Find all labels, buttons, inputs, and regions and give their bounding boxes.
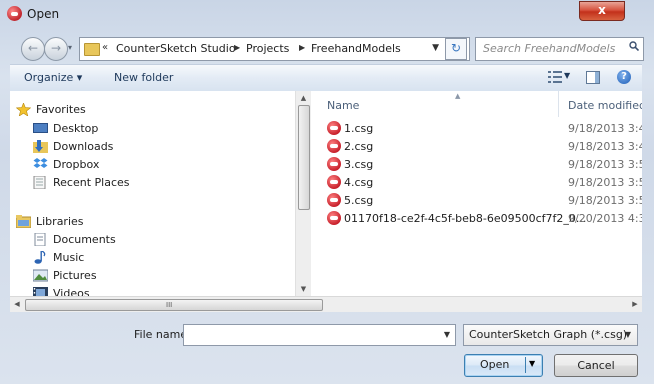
breadcrumb-separator-icon[interactable]: ▶ [234, 43, 240, 52]
overflow-chevron[interactable]: « [102, 42, 108, 53]
file-row[interactable]: 4.csg 9/18/2013 3:57 PM [311, 174, 642, 191]
breadcrumb-freehandmodels[interactable]: FreehandModels [311, 42, 401, 55]
sidebar-item-label: Pictures [53, 269, 97, 282]
libraries-icon [16, 215, 31, 228]
file-name-input[interactable]: ▼ [183, 324, 456, 346]
csg-file-icon [327, 211, 341, 225]
sidebar-item-label: Desktop [53, 122, 99, 135]
file-name-dropdown-icon[interactable]: ▼ [444, 330, 450, 339]
csg-file-icon [327, 193, 341, 207]
open-button-label: Open [480, 358, 510, 371]
file-date: 9/18/2013 3:58 PM [568, 194, 642, 207]
file-name: 2.csg [344, 140, 374, 153]
dropbox-icon [33, 158, 48, 168]
file-list-horizontal-scrollbar[interactable]: ◀ III ▶ [10, 296, 642, 312]
file-date: 9/18/2013 3:57 PM [568, 176, 642, 189]
file-row[interactable]: 2.csg 9/18/2013 3:49 PM [311, 138, 642, 155]
file-type-select[interactable]: CounterSketch Graph (*.csg) ▼ [463, 324, 638, 346]
open-button[interactable]: Open ▼ [464, 354, 543, 377]
search-box[interactable]: Search FreehandModels [475, 37, 644, 61]
star-icon [16, 103, 31, 116]
file-type-value: CounterSketch Graph (*.csg) [469, 328, 628, 341]
csg-file-icon [327, 157, 341, 171]
scrollbar-grip: III [166, 301, 173, 309]
file-name: 5.csg [344, 194, 374, 207]
search-placeholder: Search FreehandModels [483, 42, 616, 55]
cancel-button[interactable]: Cancel [554, 354, 638, 377]
search-icon[interactable] [629, 41, 639, 51]
breadcrumb-projects[interactable]: Projects [246, 42, 289, 55]
column-header-name[interactable]: Name [327, 99, 359, 112]
address-dropdown-icon[interactable]: ▼ [432, 43, 439, 53]
file-type-dropdown-icon[interactable]: ▼ [625, 330, 631, 339]
sidebar-libraries-label: Libraries [36, 215, 84, 228]
file-date: 9/18/2013 3:56 PM [568, 158, 642, 171]
back-button[interactable]: ← [21, 37, 45, 61]
recent-locations-dropdown-icon[interactable]: ▾ [68, 43, 72, 52]
refresh-icon[interactable]: ↻ [445, 38, 467, 60]
csg-file-icon [327, 139, 341, 153]
csg-file-icon [327, 175, 341, 189]
file-name: 4.csg [344, 176, 374, 189]
file-list[interactable]: Name ▲ Date modified 1.csg 9/18/2013 3:4… [311, 91, 642, 296]
open-options-dropdown-icon[interactable]: ▼ [529, 359, 535, 368]
scrollbar-thumb[interactable] [298, 105, 310, 210]
column-divider[interactable] [558, 91, 559, 117]
videos-icon [33, 287, 48, 296]
window-title: Open [27, 7, 60, 21]
file-row[interactable]: 5.csg 9/18/2013 3:58 PM [311, 192, 642, 209]
close-button[interactable]: x [579, 1, 625, 21]
sidebar-item-label: Music [53, 251, 85, 264]
scrollbar-thumb[interactable]: III [25, 299, 323, 311]
scroll-up-arrow-icon[interactable]: ▲ [296, 91, 311, 105]
file-row[interactable]: 3.csg 9/18/2013 3:56 PM [311, 156, 642, 173]
sidebar-item-label: Dropbox [53, 158, 100, 171]
command-toolbar: Organize ▾ New folder ▼ ? [10, 64, 642, 92]
organize-button[interactable]: Organize ▾ [24, 71, 82, 84]
file-name: 01170f18-ce2f-4c5f-beb8-6e09500cf7f2_0..… [344, 212, 587, 225]
scroll-left-arrow-icon[interactable]: ◀ [10, 298, 24, 311]
recent-places-icon [33, 176, 46, 189]
new-folder-button[interactable]: New folder [114, 71, 173, 84]
view-options-dropdown-icon[interactable]: ▼ [564, 71, 570, 80]
downloads-icon [33, 140, 48, 153]
csg-file-icon [327, 121, 341, 135]
navigation-bar: ← → ▾ « CounterSketch Studio ▶ Projects … [0, 36, 654, 62]
folder-icon [84, 43, 100, 56]
file-date: 9/20/2013 4:31 PM [568, 212, 642, 225]
documents-icon [34, 233, 46, 246]
countersketch-app-icon [7, 6, 22, 21]
breadcrumb-separator-icon[interactable]: ▶ [299, 43, 305, 52]
address-bar[interactable]: « CounterSketch Studio ▶ Projects ▶ Free… [79, 37, 470, 61]
music-icon [34, 251, 46, 264]
title-bar[interactable]: Open x [0, 0, 654, 28]
navigation-pane-scrollbar[interactable]: ▲ ▼ [295, 91, 311, 296]
forward-button[interactable]: → [44, 37, 68, 61]
sidebar-item-label: Videos [53, 287, 90, 296]
pictures-icon [33, 269, 48, 282]
file-name: 3.csg [344, 158, 374, 171]
sidebar-favorites-label: Favorites [36, 103, 86, 116]
breadcrumb-countersketch-studio[interactable]: CounterSketch Studio [116, 42, 236, 55]
sidebar-item-label: Recent Places [53, 176, 130, 189]
sidebar-item-label: Downloads [53, 140, 114, 153]
help-icon[interactable]: ? [617, 70, 631, 84]
scroll-right-arrow-icon[interactable]: ▶ [628, 298, 642, 311]
change-view-icon[interactable] [548, 71, 562, 83]
file-date: 9/18/2013 3:49 PM [568, 140, 642, 153]
file-date: 9/18/2013 3:47 PM [568, 122, 642, 135]
preview-pane-icon[interactable] [586, 71, 600, 84]
desktop-icon [33, 123, 48, 133]
file-row[interactable]: 01170f18-ce2f-4c5f-beb8-6e09500cf7f2_0..… [311, 210, 642, 227]
navigation-pane[interactable]: Favorites Desktop Downloads Dropbox Rece… [10, 91, 295, 296]
sort-ascending-icon: ▲ [455, 92, 461, 100]
file-row[interactable]: 1.csg 9/18/2013 3:47 PM [311, 120, 642, 137]
button-split-divider [525, 357, 526, 373]
column-header-date-modified[interactable]: Date modified [568, 99, 642, 112]
scroll-down-arrow-icon[interactable]: ▼ [296, 282, 311, 296]
sidebar-item-label: Documents [53, 233, 116, 246]
file-name: 1.csg [344, 122, 374, 135]
